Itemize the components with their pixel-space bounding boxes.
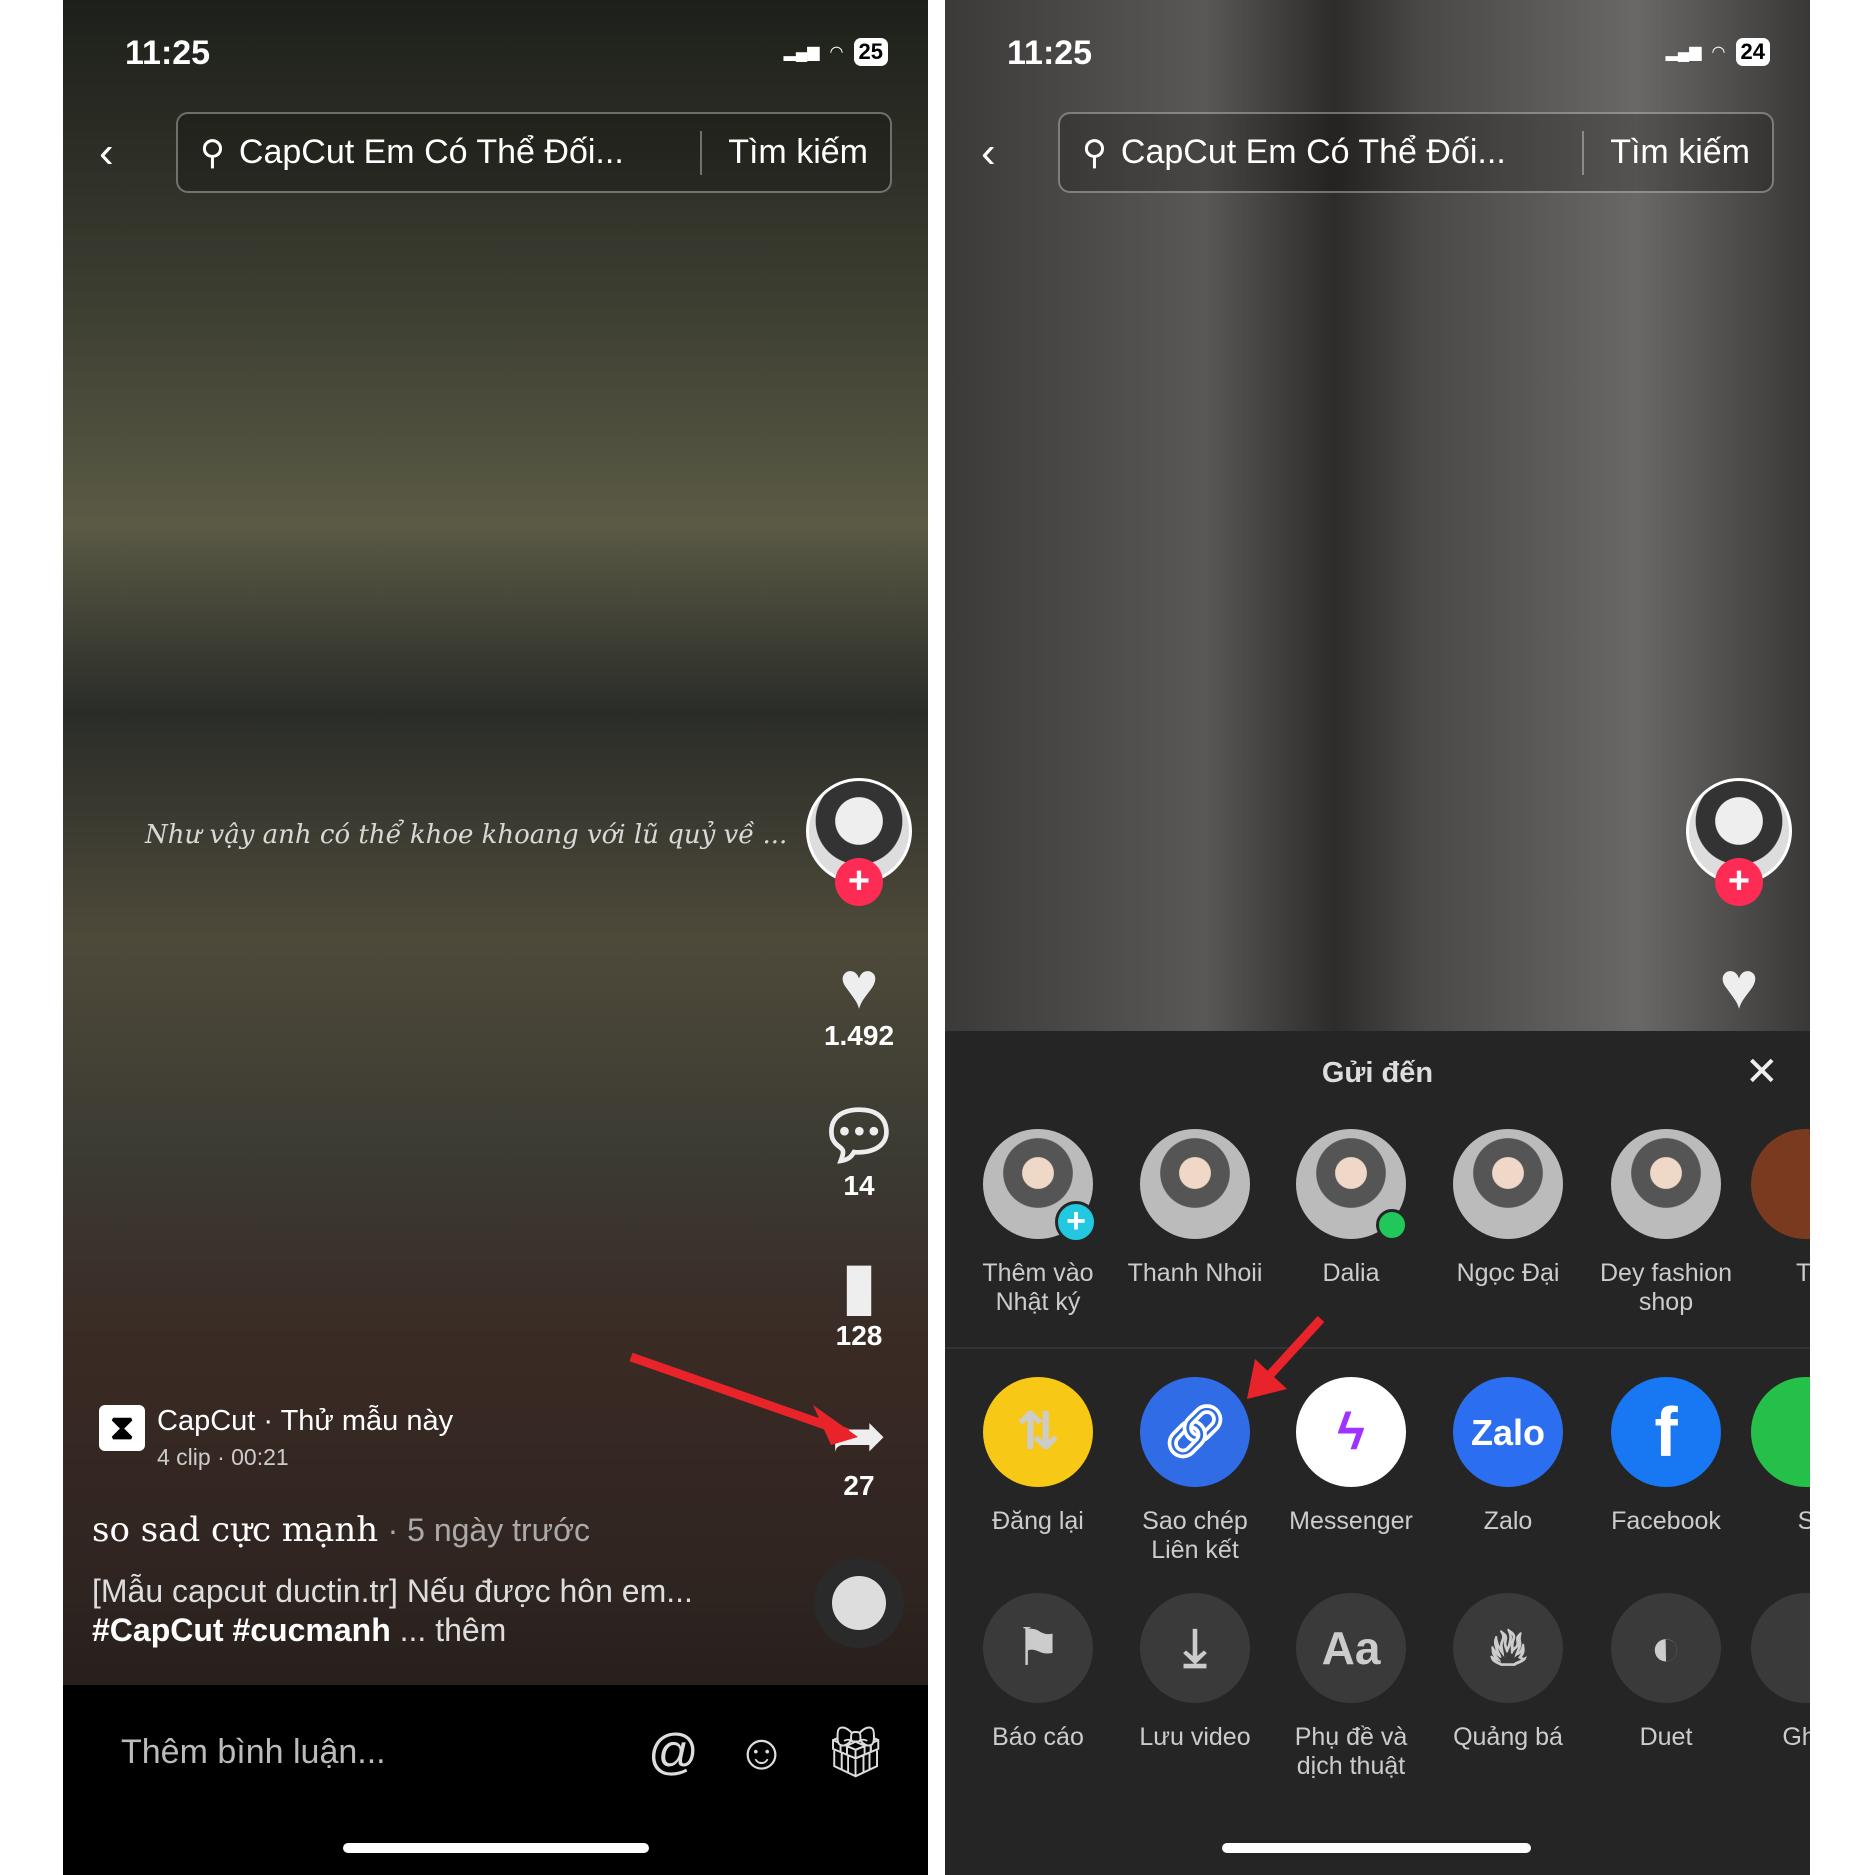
capcut-template-link[interactable]: ⧗ CapCut · Thử mẫu này 4 clip · 00:21: [99, 1405, 453, 1471]
hashtags[interactable]: #CapCut #cucmanh: [92, 1612, 391, 1648]
wifi-icon: ◠: [1711, 44, 1726, 61]
download-icon: ⤓: [1140, 1593, 1250, 1703]
sms-icon: [1751, 1377, 1810, 1487]
mention-icon[interactable]: @: [648, 1723, 699, 1781]
like-count: 1.492: [823, 1020, 895, 1051]
status-icons: ▂▄▆ ◠ 25: [784, 38, 888, 66]
sms-button[interactable]: S: [1731, 1377, 1810, 1536]
contact-add-to-story[interactable]: + Thêm vào Nhật ký: [963, 1129, 1113, 1317]
duet-button[interactable]: ◐ Duet: [1591, 1593, 1741, 1752]
back-button[interactable]: ‹: [99, 128, 114, 178]
music-disc[interactable]: [814, 1558, 904, 1648]
status-icons: ▂▄▆ ◠ 24: [1666, 38, 1770, 66]
search-bar[interactable]: ⚲ CapCut Em Có Thể Đối... Tìm kiếm: [176, 112, 892, 193]
contact-item[interactable]: Dalia: [1276, 1129, 1426, 1288]
share-screen: 11:25 ▂▄▆ ◠ 24 ‹ ⚲ CapCut Em Có Thể Đối... T…: [945, 0, 1810, 1875]
repost-button[interactable]: ⇅ Đăng lại: [963, 1377, 1113, 1536]
like-button[interactable]: ♥: [1684, 950, 1794, 1020]
stitch-button[interactable]: Ghe: [1731, 1593, 1810, 1752]
red-arrow-annotation: [1247, 1315, 1325, 1399]
save-video-button[interactable]: ⤓ Lưu video: [1120, 1593, 1270, 1752]
bookmark-icon: ▮: [840, 1248, 878, 1322]
search-button[interactable]: Tìm kiếm: [1610, 133, 1750, 172]
save-button[interactable]: ▮ 128: [804, 1250, 914, 1352]
add-plus-icon: +: [1055, 1201, 1097, 1243]
comment-count: 14: [843, 1170, 875, 1201]
facebook-button[interactable]: f Facebook: [1591, 1377, 1741, 1536]
heart-icon: ♥: [839, 948, 879, 1022]
comment-button[interactable]: 💬︎ 14: [804, 1100, 914, 1202]
battery-level: 25: [853, 38, 888, 66]
sheet-title: Gửi đến: [1321, 1057, 1434, 1089]
home-indicator: [343, 1843, 649, 1853]
zalo-icon: Zalo: [1453, 1377, 1563, 1487]
link-icon: 🔗︎: [1140, 1377, 1250, 1487]
comment-icon: 💬︎: [817, 1098, 901, 1172]
stitch-icon: [1751, 1593, 1810, 1703]
contact-item[interactable]: Thanh Nhoii: [1120, 1129, 1270, 1288]
creator-avatar[interactable]: +: [1684, 778, 1794, 906]
gift-icon[interactable]: 🎁︎: [824, 1723, 887, 1782]
author-name[interactable]: so sad cực mạnh: [92, 1510, 378, 1550]
divider: [945, 1347, 1810, 1349]
red-arrow-annotation: [629, 1352, 858, 1445]
signal-icon: ▂▄▆: [1665, 44, 1702, 61]
share-sheet: Gửi đến ✕ + Thêm vào Nhật ký Thanh Nhoii …: [945, 1031, 1810, 1875]
online-dot-icon: [1376, 1209, 1408, 1241]
creator-avatar[interactable]: +: [804, 778, 914, 906]
captions-icon: Aa: [1296, 1593, 1406, 1703]
comment-input[interactable]: Thêm bình luận...: [121, 1733, 386, 1772]
contact-item[interactable]: Dey fashion shop: [1591, 1129, 1741, 1317]
heart-icon: ♥: [1719, 948, 1759, 1022]
repost-icon: ⇅: [983, 1377, 1093, 1487]
music-cover: [832, 1576, 886, 1630]
follow-plus-icon[interactable]: +: [1715, 858, 1763, 906]
search-button[interactable]: Tìm kiếm: [728, 133, 868, 172]
emoji-icon[interactable]: ☺: [736, 1723, 787, 1781]
wifi-icon: ◠: [829, 44, 844, 61]
video-subtitle: Như vậy anh có thể khoe khoang với lũ qu…: [145, 820, 788, 850]
share-count: 27: [843, 1470, 875, 1501]
follow-plus-icon[interactable]: +: [835, 858, 883, 906]
contact-item[interactable]: Ngọc Đại: [1433, 1129, 1583, 1288]
back-button[interactable]: ‹: [981, 128, 996, 178]
flag-icon: ⚑: [983, 1593, 1093, 1703]
status-time: 11:25: [1007, 34, 1093, 72]
duet-icon: ◐: [1611, 1593, 1721, 1703]
capcut-logo-icon: ⧗: [99, 1405, 145, 1451]
search-bar[interactable]: ⚲ CapCut Em Có Thể Đối... Tìm kiếm: [1058, 112, 1774, 193]
more-link[interactable]: ... thêm: [400, 1612, 507, 1648]
flame-icon: 🔥︎: [1453, 1593, 1563, 1703]
home-indicator: [1222, 1843, 1531, 1853]
captions-button[interactable]: Aa Phụ đề và dịch thuật: [1276, 1593, 1426, 1781]
video-screen: 11:25 ▂▄▆ ◠ 25 ‹ ⚲ CapCut Em Có Thể Đối... T…: [63, 0, 928, 1875]
like-button[interactable]: ♥ 1.492: [804, 950, 914, 1052]
promote-button[interactable]: 🔥︎ Quảng bá: [1433, 1593, 1583, 1752]
template-meta: 4 clip · 00:21: [157, 1444, 289, 1470]
zalo-button[interactable]: Zalo Zalo: [1433, 1377, 1583, 1536]
video-caption: [Mẫu capcut ductin.tr] Nếu được hôn em..…: [92, 1573, 693, 1648]
facebook-icon: f: [1611, 1377, 1721, 1487]
contact-item[interactable]: Ti: [1731, 1129, 1810, 1288]
search-input[interactable]: CapCut Em Có Thể Đối...: [239, 133, 674, 172]
report-button[interactable]: ⚑ Báo cáo: [963, 1593, 1113, 1752]
search-input[interactable]: CapCut Em Có Thể Đối...: [1121, 133, 1556, 172]
template-name: CapCut · Thử mẫu này: [157, 1405, 454, 1437]
search-icon: ⚲: [1082, 133, 1107, 172]
search-icon: ⚲: [200, 133, 225, 172]
status-time: 11:25: [125, 34, 211, 72]
close-icon[interactable]: ✕: [1745, 1049, 1779, 1095]
post-time: · 5 ngày trước: [387, 1512, 591, 1548]
signal-icon: ▂▄▆: [783, 44, 820, 61]
battery-level: 24: [1735, 38, 1770, 66]
